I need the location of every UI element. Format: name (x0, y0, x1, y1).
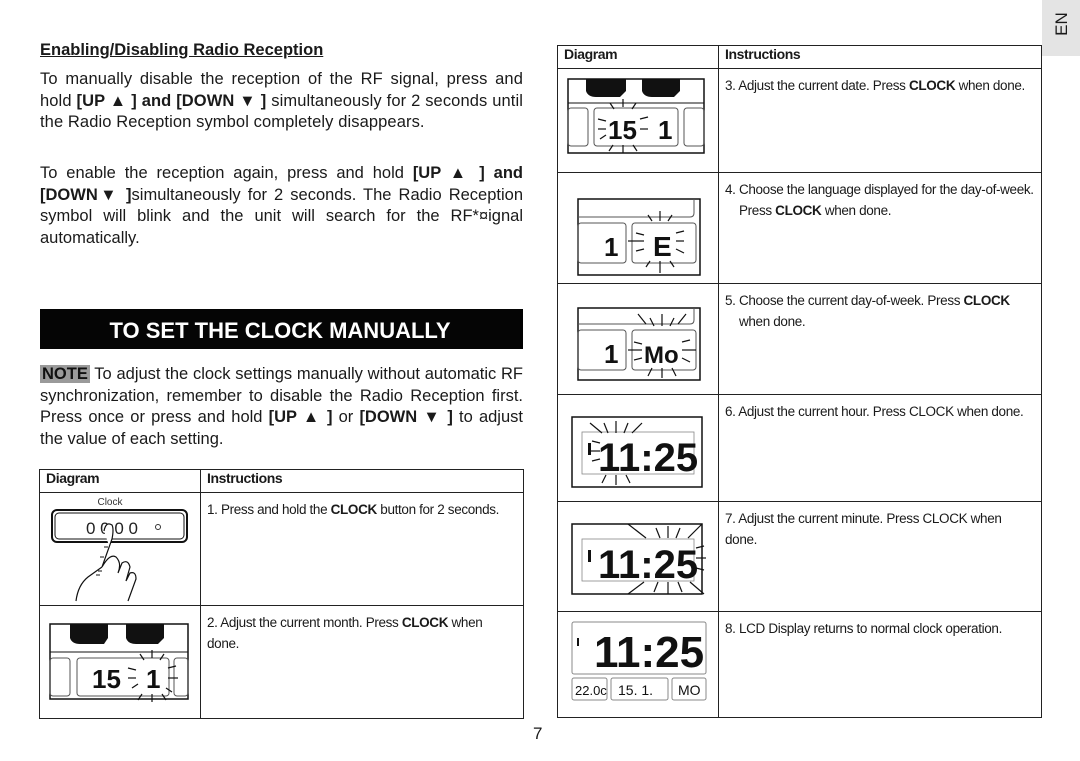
instruction-cell: 5. Choose the current day-of-week. Press… (718, 283, 1042, 395)
table-row: 1 Mo 5. Choose the current day-of-week. … (557, 283, 1042, 395)
svg-text:1: 1 (604, 339, 618, 369)
paragraph-disable-reception: To manually disable the reception of the… (40, 70, 523, 131)
diagram-cell: 1 Mo (557, 283, 719, 395)
note-badge: NOTE (40, 365, 90, 383)
table-row: 15 1 3. Adjust the current date. Press C… (557, 68, 1042, 173)
steps-table-right: Diagram Instructions 15 1 3. Adjust the … (557, 45, 1042, 718)
svg-text:E: E (653, 231, 672, 262)
diagram-cell: 1 E (557, 172, 719, 284)
lcd-month-digit: 1 (146, 664, 160, 694)
table-header-row: Diagram Instructions (557, 45, 1042, 69)
key-down: [DOWN ▼ ] (359, 408, 453, 426)
instruction-cell: 1. Press and hold the CLOCK button for 2… (200, 492, 524, 606)
column-header-diagram: Diagram (39, 469, 201, 493)
steps-table-left: Diagram Instructions Clock 0 0 0 0 1. Pr… (39, 469, 524, 719)
table-row: 11:25 22.0c 15. 1. MO 8. LCD Display ret… (557, 611, 1042, 718)
diagram-cell: 15 1 (39, 605, 201, 719)
lcd-weekday-blinking-diagram: 1 Mo (577, 307, 701, 381)
lcd-date: 15. 1. (618, 682, 653, 698)
instruction-cell: 8. LCD Display returns to normal clock o… (718, 611, 1042, 718)
lcd-time: 11:25 (594, 628, 704, 677)
svg-text:Mo: Mo (644, 342, 679, 369)
table-row: 15 1 2. Adjust the current month. Press … (39, 605, 524, 719)
lcd-time: 11:25 (598, 436, 698, 480)
diagram-cell: 15 1 (557, 68, 719, 173)
table-row: 11:25 7. Adjust the current minute. Pres… (557, 501, 1042, 612)
diagram-cell: 11:25 22.0c 15. 1. MO (557, 611, 719, 718)
paragraph-enable-reception: To enable the reception again, press and… (40, 164, 523, 247)
key-up: [UP ▲ ] (268, 408, 333, 426)
language-label: EN (1052, 12, 1071, 36)
note-paragraph: NOTE To adjust the clock settings manual… (40, 365, 523, 448)
section-heading-radio-reception: Enabling/Disabling Radio Reception (40, 41, 324, 59)
lcd-language-blinking-diagram: 1 E (577, 198, 701, 276)
diagram-cell: 11:25 (557, 394, 719, 502)
column-header-diagram: Diagram (557, 45, 719, 69)
clock-button-press-diagram: Clock 0 0 0 0 (51, 497, 188, 602)
instruction-cell: 6. Adjust the current hour. Press CLOCK … (718, 394, 1042, 502)
clock-label: Clock (97, 497, 123, 508)
table-row: 1 E 4. Choose the language displayed for… (557, 172, 1042, 284)
lcd-day-digits: 15 (92, 664, 121, 694)
instruction-cell: 2. Adjust the current month. Press CLOCK… (200, 605, 524, 719)
diagram-cell: Clock 0 0 0 0 (39, 492, 201, 606)
instruction-cell: 7. Adjust the current minute. Press CLOC… (718, 501, 1042, 612)
svg-text:1: 1 (604, 232, 618, 262)
lcd-hour-blinking-diagram: 11:25 (571, 416, 703, 488)
section-banner-set-clock: TO SET THE CLOCK MANUALLY (40, 309, 523, 349)
table-row: Clock 0 0 0 0 1. Press and hold the CLOC… (39, 492, 524, 606)
instruction-cell: 3. Adjust the current date. Press CLOCK … (718, 68, 1042, 173)
lcd-minute-blinking-diagram: 11:25 (571, 523, 706, 595)
table-row: 11:25 6. Adjust the current hour. Press … (557, 394, 1042, 502)
lcd-normal-diagram: 11:25 22.0c 15. 1. MO (571, 621, 707, 701)
key-combo: [UP ▲ ] and [DOWN ▼ ] (76, 91, 267, 110)
instruction-cell: 4. Choose the language displayed for the… (718, 172, 1042, 284)
language-tab: EN (1042, 0, 1080, 56)
lcd-weekday: MO (678, 682, 701, 698)
lcd-time: 11:25 (598, 543, 698, 587)
page-number: 7 (533, 724, 543, 743)
lcd-date-blinking-diagram: 15 1 (567, 78, 705, 154)
svg-text:15: 15 (608, 115, 637, 145)
column-header-instructions: Instructions (200, 469, 524, 493)
table-header-row: Diagram Instructions (39, 469, 524, 493)
lcd-temperature: 22.0c (575, 683, 607, 698)
column-header-instructions: Instructions (718, 45, 1042, 69)
diagram-cell: 11:25 (557, 501, 719, 612)
svg-text:1: 1 (658, 115, 672, 145)
lcd-month-blinking-diagram: 15 1 (49, 623, 189, 702)
